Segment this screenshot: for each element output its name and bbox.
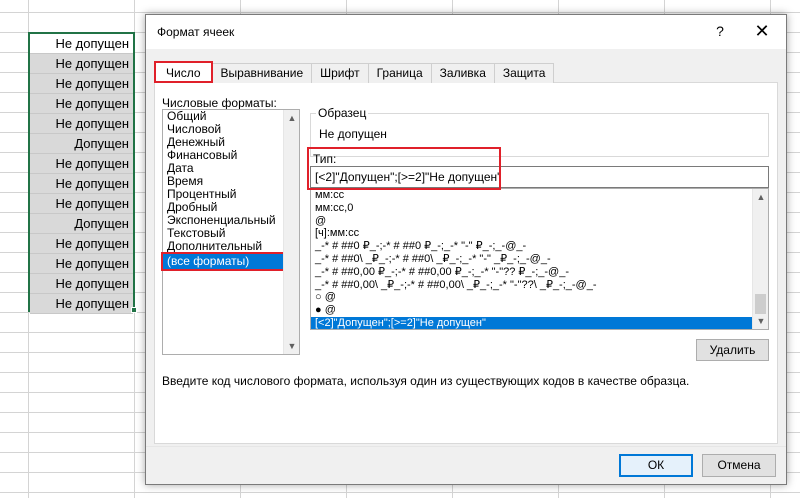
format-code-item[interactable]: ○ @ xyxy=(311,291,752,304)
tab-2[interactable]: Шрифт xyxy=(311,63,369,83)
scroll-up-arrow-icon[interactable]: ▲ xyxy=(284,110,300,126)
cell[interactable]: Не допущен xyxy=(30,254,133,274)
scrollbar-thumb[interactable] xyxy=(755,294,766,314)
tab-3[interactable]: Граница xyxy=(367,63,432,83)
format-code-item[interactable]: _-* # ##0,00 ₽_-;-* # ##0,00 ₽_-;_-* "-"… xyxy=(311,266,752,279)
format-code-item[interactable]: мм:сс xyxy=(311,189,752,202)
cell[interactable]: Не допущен xyxy=(30,114,133,134)
cancel-button[interactable]: Отмена xyxy=(702,454,776,477)
cell[interactable]: Не допущен xyxy=(30,54,133,74)
cell[interactable]: Допущен xyxy=(30,214,133,234)
format-code-item[interactable]: [ч]:мм:сс xyxy=(311,227,752,240)
format-code-item[interactable]: _-* # ##0,00\ _₽_-;-* # ##0,00\ _₽_-;_-*… xyxy=(311,279,752,292)
tab-0[interactable]: Число xyxy=(154,61,213,83)
categories-list[interactable]: Общий Числовой Денежный Финансовый Дата Время… xyxy=(161,109,300,355)
sample-label: Образец xyxy=(316,106,369,120)
cell[interactable]: Не допущен xyxy=(30,154,133,174)
format-codes-list[interactable]: мм:сс мм:сс,0 @ [ч]:мм:сс _-* # ##0 ₽_-;-* #… xyxy=(310,188,769,330)
cell[interactable]: Не допущен xyxy=(30,94,133,114)
format-code-item[interactable]: ● @ xyxy=(311,304,752,317)
format-codes-scrollbar[interactable]: ▲ ▼ xyxy=(752,189,768,329)
category-item[interactable]: Дополнительный xyxy=(163,240,283,253)
format-cells-dialog: Формат ячеек ? ✕ Число Выравнивание Шрифт Г… xyxy=(145,14,787,485)
categories-label: Числовые форматы: xyxy=(162,96,277,110)
cell[interactable]: Не допущен xyxy=(30,294,133,314)
tab-1[interactable]: Выравнивание xyxy=(211,63,313,83)
selected-cell-range[interactable]: Не допущен Не допущен Не допущен Не допущен… xyxy=(28,32,135,314)
cell[interactable]: Не допущен xyxy=(30,174,133,194)
hint-text: Введите код числового формата, используя… xyxy=(162,374,690,388)
cell[interactable]: Не допущен xyxy=(30,34,133,54)
fill-handle[interactable] xyxy=(131,307,137,313)
dialog-tabs: Число Выравнивание Шрифт Граница Заливка Защи… xyxy=(154,61,555,83)
categories-scrollbar[interactable]: ▲ ▼ xyxy=(283,110,299,354)
close-icon[interactable]: ✕ xyxy=(751,21,773,43)
scroll-up-arrow-icon[interactable]: ▲ xyxy=(753,189,768,205)
categories-items: Общий Числовой Денежный Финансовый Дата Время… xyxy=(161,110,299,271)
dialog-titlebar[interactable]: Формат ячеек ? ✕ xyxy=(146,15,786,49)
cell[interactable]: Не допущен xyxy=(30,194,133,214)
format-code-item[interactable]: _-* # ##0 ₽_-;-* # ##0 ₽_-;_-* "-" ₽_-;_… xyxy=(311,240,752,253)
cell[interactable]: Не допущен xyxy=(30,274,133,294)
tab-4[interactable]: Заливка xyxy=(430,63,495,83)
scroll-down-arrow-icon[interactable]: ▼ xyxy=(284,338,300,354)
format-code-item[interactable]: @ xyxy=(311,215,752,228)
type-label: Тип: xyxy=(313,152,337,166)
cell[interactable]: Допущен xyxy=(30,134,133,154)
scroll-down-arrow-icon[interactable]: ▼ xyxy=(753,313,768,329)
dialog-title: Формат ячеек xyxy=(157,25,235,39)
format-code-item[interactable]: мм:сс,0 xyxy=(311,202,752,215)
cell[interactable]: Не допущен xyxy=(30,74,133,94)
type-input[interactable] xyxy=(310,166,769,188)
tab-5[interactable]: Защита xyxy=(493,63,555,83)
sample-value: Не допущен xyxy=(319,127,387,141)
delete-button[interactable]: Удалить xyxy=(696,339,769,361)
cell[interactable]: Не допущен xyxy=(30,234,133,254)
category-item[interactable]: (все форматы) xyxy=(161,252,285,271)
format-code-item[interactable]: _-* # ##0\ _₽_-;-* # ##0\ _₽_-;_-* "-" _… xyxy=(311,253,752,266)
format-codes-items: мм:сс мм:сс,0 @ [ч]:мм:сс _-* # ##0 ₽_-;-* #… xyxy=(311,189,752,329)
ok-button[interactable]: ОК xyxy=(619,454,693,477)
footer-divider xyxy=(146,446,786,447)
format-code-item[interactable]: [<2]"Допущен";[>=2]"Не допущен" xyxy=(311,316,752,329)
help-icon[interactable]: ? xyxy=(712,23,728,39)
